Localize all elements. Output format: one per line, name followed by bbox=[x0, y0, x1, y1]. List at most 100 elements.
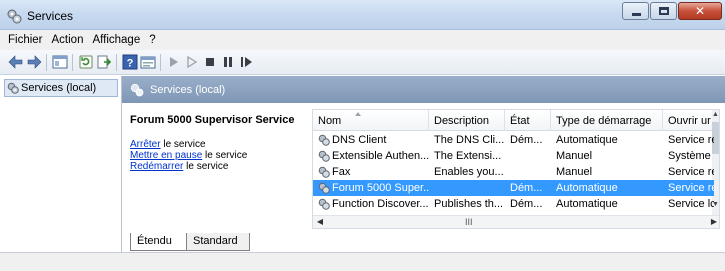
cell-state: Dém... bbox=[510, 198, 543, 210]
scroll-left-icon[interactable]: ◀ bbox=[314, 216, 326, 228]
show-hide-tree-icon[interactable] bbox=[52, 54, 68, 70]
cell-state: Dém... bbox=[510, 134, 543, 146]
cell-startup-type: Manuel bbox=[556, 150, 593, 162]
cell-name: Fax bbox=[332, 166, 351, 178]
service-gear-icon bbox=[318, 182, 330, 194]
cell-state bbox=[505, 148, 551, 164]
refresh-icon[interactable] bbox=[78, 54, 94, 70]
cell-name: DNS Client bbox=[332, 134, 387, 146]
column-header-state[interactable]: État bbox=[505, 110, 551, 131]
cell-logon: Service re bbox=[668, 182, 714, 194]
column-header-startup-type[interactable]: Type de démarrage bbox=[551, 110, 663, 131]
menu-action[interactable]: Action bbox=[52, 34, 84, 46]
maximize-icon bbox=[659, 7, 669, 15]
toolbar-separator bbox=[46, 54, 47, 71]
close-icon: ✕ bbox=[694, 4, 706, 18]
action-text: le service bbox=[202, 150, 248, 161]
toolbar-separator bbox=[72, 54, 73, 71]
toolbar-separator bbox=[160, 54, 161, 71]
cell-description: The Extensi... bbox=[434, 150, 502, 162]
scroll-grip[interactable]: III bbox=[465, 217, 473, 227]
table-row[interactable]: Function Discover... Publishes th... Dém..… bbox=[313, 196, 714, 212]
service-gear-icon bbox=[318, 134, 330, 146]
pause-service-link[interactable]: Mettre en pause bbox=[130, 150, 202, 161]
list-header: Nom Description État Type de démarrage O… bbox=[313, 110, 714, 131]
cell-logon: Service re bbox=[668, 166, 714, 178]
cell-state bbox=[505, 164, 551, 180]
services-list[interactable]: Nom Description État Type de démarrage O… bbox=[312, 109, 720, 229]
service-gear-icon bbox=[318, 166, 330, 178]
stop-service-icon[interactable] bbox=[202, 54, 218, 70]
cell-description: Publishes th... bbox=[434, 198, 504, 210]
scroll-right-icon[interactable]: ▶ bbox=[708, 216, 719, 228]
service-gear-icon bbox=[318, 150, 330, 162]
restart-service-icon[interactable] bbox=[238, 54, 254, 70]
table-row[interactable]: Fax Enables you... Manuel Service re bbox=[313, 164, 714, 180]
toolbar-separator bbox=[116, 54, 117, 71]
action-text: le service bbox=[183, 161, 229, 172]
column-header-description[interactable]: Description bbox=[429, 110, 505, 131]
tab-extended[interactable]: Étendu bbox=[130, 233, 186, 251]
cell-name: Function Discover... bbox=[332, 198, 429, 210]
window-title: Services bbox=[27, 9, 74, 23]
service-detail-panel: Forum 5000 Supervisor Service Arrêter le… bbox=[130, 114, 300, 172]
cell-startup-type: Automatique bbox=[556, 182, 618, 194]
restart-service-link[interactable]: Redémarrer bbox=[130, 161, 183, 172]
services-header-band: Services (local) bbox=[122, 76, 725, 103]
cell-startup-type: Automatique bbox=[556, 198, 618, 210]
tree-item-services-local[interactable]: Services (local) bbox=[4, 79, 118, 97]
pause-service-icon[interactable] bbox=[220, 54, 236, 70]
cell-logon: Système bbox=[668, 150, 711, 162]
back-arrow-icon[interactable] bbox=[8, 54, 24, 70]
sort-ascending-icon bbox=[355, 112, 361, 116]
status-bar bbox=[0, 252, 725, 271]
cell-description bbox=[429, 180, 505, 196]
cell-name: Extensible Authen... bbox=[332, 150, 429, 162]
cell-startup-type: Automatique bbox=[556, 134, 618, 146]
service-actions: Arrêter le service Mettre en pause le se… bbox=[130, 139, 300, 172]
cell-logon: Service re bbox=[668, 134, 714, 146]
menu-affichage[interactable]: Affichage bbox=[92, 34, 140, 46]
cell-name: Forum 5000 Super... bbox=[332, 182, 429, 194]
services-header-title: Services (local) bbox=[150, 84, 226, 96]
window-controls: ✕ bbox=[621, 2, 722, 20]
svg-text:?: ? bbox=[127, 58, 134, 70]
menu-fichier[interactable]: Fichier bbox=[8, 34, 43, 46]
services-gear-icon bbox=[130, 83, 144, 97]
title-bar: Services ✕ bbox=[0, 0, 725, 30]
maximize-button[interactable] bbox=[650, 2, 677, 20]
help-icon[interactable]: ? bbox=[122, 54, 138, 70]
toolbar: ? bbox=[0, 50, 725, 75]
close-button[interactable]: ✕ bbox=[678, 2, 722, 20]
column-header-logon[interactable]: Ouvrir ur bbox=[663, 110, 714, 131]
menu-bar: Fichier Action Affichage ? bbox=[0, 30, 725, 50]
services-gear-icon bbox=[7, 82, 19, 94]
table-row[interactable]: Forum 5000 Super... Dém... Automatique Serv… bbox=[313, 180, 714, 196]
cell-logon: Service lc bbox=[668, 198, 714, 210]
service-gear-icon bbox=[318, 198, 330, 210]
action-text: le service bbox=[160, 139, 206, 150]
menu-help[interactable]: ? bbox=[149, 34, 155, 46]
cell-description: Enables you... bbox=[434, 166, 504, 178]
stop-service-link[interactable]: Arrêter bbox=[130, 139, 161, 150]
scroll-up-icon[interactable]: ▲ bbox=[712, 110, 719, 120]
start-service-alt-icon[interactable] bbox=[184, 54, 200, 70]
console-tree: Services (local) bbox=[0, 76, 122, 252]
horizontal-scrollbar[interactable]: ◀ III ▶ bbox=[313, 215, 719, 228]
properties-icon[interactable] bbox=[140, 54, 156, 70]
tree-item-label: Services (local) bbox=[21, 82, 97, 94]
selected-service-name: Forum 5000 Supervisor Service bbox=[130, 114, 295, 126]
services-gear-icon bbox=[7, 9, 22, 24]
services-pane: Services (local) Forum 5000 Supervisor S… bbox=[122, 76, 725, 252]
minimize-button[interactable] bbox=[622, 2, 649, 20]
export-list-icon[interactable] bbox=[96, 54, 112, 70]
forward-arrow-icon[interactable] bbox=[26, 54, 42, 70]
table-row[interactable]: Extensible Authen... The Extensi... Manuel… bbox=[313, 148, 714, 164]
start-service-icon[interactable] bbox=[166, 54, 182, 70]
tab-standard[interactable]: Standard bbox=[186, 233, 250, 251]
table-row[interactable]: DNS Client The DNS Cli... Dém... Automatiqu… bbox=[313, 132, 714, 148]
cell-description: The DNS Cli... bbox=[434, 134, 505, 146]
minimize-icon bbox=[632, 13, 641, 16]
column-header-name[interactable]: Nom bbox=[313, 110, 429, 131]
cell-startup-type: Manuel bbox=[556, 166, 593, 178]
